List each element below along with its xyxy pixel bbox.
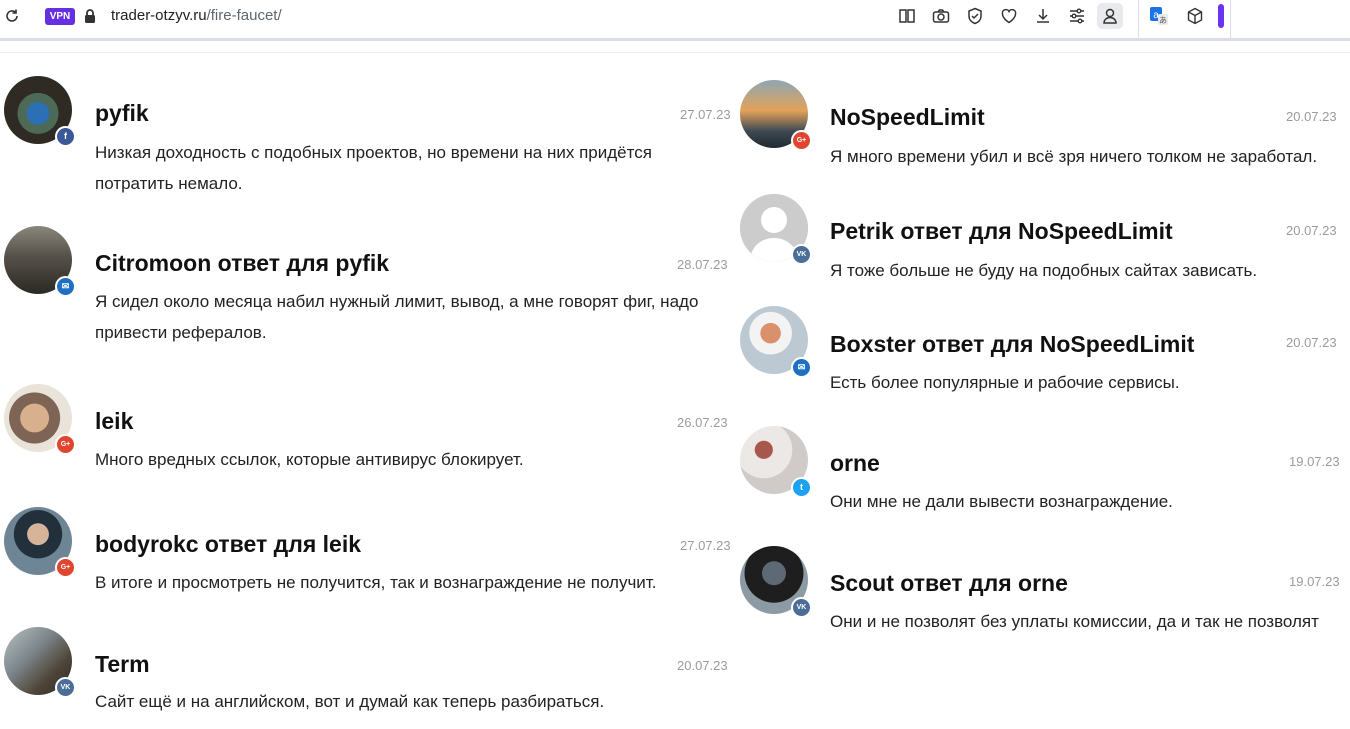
comment-date: 20.07.23 <box>677 658 728 673</box>
comment-author[interactable]: orne <box>830 450 880 477</box>
url-domain: trader-otzyv.ru <box>111 7 207 24</box>
comment-date: 19.07.23 <box>1289 574 1340 589</box>
comment-text: Я много времени убил и всё зря ничего то… <box>830 147 1318 166</box>
comment-date: 20.07.23 <box>1286 109 1337 124</box>
toolbar-divider <box>1138 0 1139 38</box>
address-bar[interactable]: trader-otzyv.ru/fire-faucet/ <box>111 7 282 25</box>
comment-author[interactable]: Boxster ответ для NoSpeedLimit <box>830 331 1194 358</box>
vk-icon[interactable]: VK <box>791 244 812 265</box>
translate-icon[interactable]: aあ <box>1149 6 1169 26</box>
comment-author[interactable]: NoSpeedLimit <box>830 104 985 131</box>
browser-toolbar: VPN trader-otzyv.ru/fire-faucet/ aあ <box>0 0 1350 41</box>
mail-icon[interactable]: ✉ <box>55 276 76 297</box>
facebook-icon[interactable]: f <box>55 126 76 147</box>
comment-date: 20.07.23 <box>1286 223 1337 238</box>
comment-date: 27.07.23 <box>680 107 731 122</box>
google-plus-icon[interactable]: G+ <box>791 130 812 151</box>
toolbar-divider <box>1230 0 1231 38</box>
vk-icon[interactable]: VK <box>791 597 812 618</box>
sidebar-toggle[interactable] <box>1218 4 1224 28</box>
comment-author[interactable]: Term <box>95 651 150 678</box>
vk-icon[interactable]: VK <box>55 677 76 698</box>
comment-date: 27.07.23 <box>680 538 731 553</box>
comment-text: Они и не позволят без уплаты комиссии, д… <box>830 612 1319 631</box>
page-divider <box>0 52 1350 53</box>
comment-author[interactable]: Citromoon ответ для pyfik <box>95 250 389 277</box>
sliders-icon[interactable] <box>1067 6 1087 26</box>
twitter-icon[interactable]: t <box>791 477 812 498</box>
comment-text: Я тоже больше не буду на подобных сайтах… <box>830 261 1258 280</box>
comment-author[interactable]: Petrik ответ для NoSpeedLimit <box>830 218 1173 245</box>
comment-date: 28.07.23 <box>677 257 728 272</box>
vpn-badge[interactable]: VPN <box>45 8 75 25</box>
comment-date: 26.07.23 <box>677 415 728 430</box>
screenshot-icon[interactable] <box>931 6 951 26</box>
comment-text: В итоге и просмотреть не получится, так … <box>95 573 657 592</box>
comment-text: Я сидел около месяца набил нужный лимит,… <box>95 292 699 342</box>
comment-text: Сайт ещё и на английском, вот и думай ка… <box>95 692 605 711</box>
profile-icon[interactable] <box>1097 3 1123 29</box>
comment-date: 20.07.23 <box>1286 335 1337 350</box>
comment-author[interactable]: pyfik <box>95 100 149 127</box>
comment-text: Есть более популярные и рабочие сервисы. <box>830 373 1180 392</box>
comment-author[interactable]: bodyrokc ответ для leik <box>95 531 361 558</box>
comment-text: Много вредных ссылок, которые антивирус … <box>95 450 524 469</box>
comment-text: Низкая доходность с подобных проектов, н… <box>95 143 652 193</box>
download-icon[interactable] <box>1033 6 1053 26</box>
cube-icon[interactable] <box>1185 6 1205 26</box>
reader-view-icon[interactable] <box>897 6 917 26</box>
shield-icon[interactable] <box>965 6 985 26</box>
comment-text: Они мне не дали вывести вознаграждение. <box>830 492 1173 511</box>
comment-author[interactable]: leik <box>95 408 133 435</box>
reload-icon[interactable] <box>4 8 20 24</box>
heart-icon[interactable] <box>999 6 1019 26</box>
svg-text:あ: あ <box>1159 16 1167 25</box>
mail-icon[interactable]: ✉ <box>791 357 812 378</box>
comment-author[interactable]: Scout ответ для orne <box>830 570 1068 597</box>
google-plus-icon[interactable]: G+ <box>55 434 76 455</box>
lock-icon[interactable] <box>84 8 96 24</box>
comment-date: 19.07.23 <box>1289 454 1340 469</box>
google-plus-icon[interactable]: G+ <box>55 557 76 578</box>
url-path: /fire-faucet/ <box>206 7 282 24</box>
